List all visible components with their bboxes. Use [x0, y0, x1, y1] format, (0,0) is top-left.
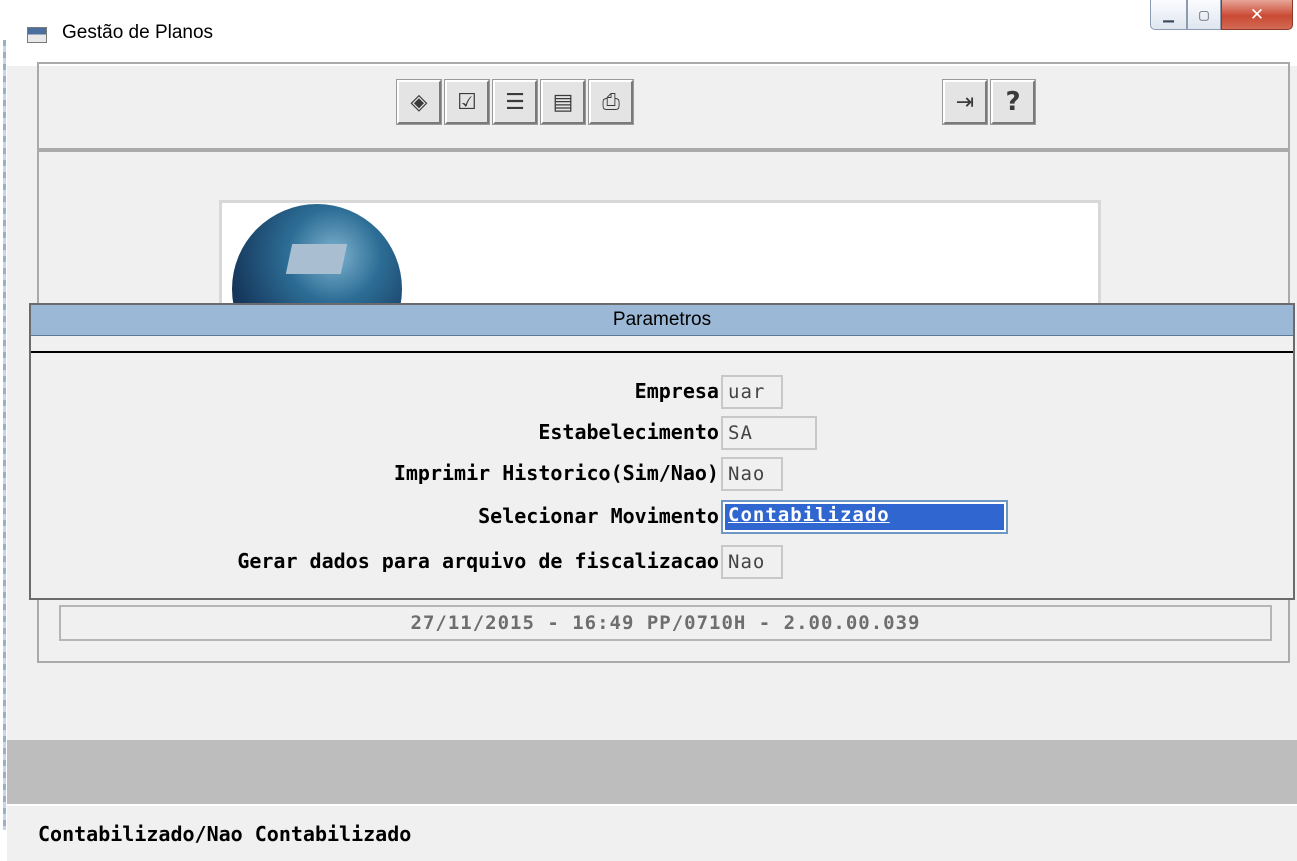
- print-button[interactable]: ⎙: [588, 79, 634, 125]
- maximize-button[interactable]: ▢: [1187, 0, 1221, 30]
- window-app-icon[interactable]: [27, 27, 47, 43]
- dialog-title: Parametros: [31, 305, 1293, 336]
- help-button[interactable]: ?: [990, 79, 1036, 125]
- field-row-empresa: Empresa: uar: [31, 375, 1293, 409]
- imprimir-historico-label: Imprimir Historico(Sim/Nao):: [393, 461, 731, 485]
- close-icon: ✕: [1249, 4, 1265, 25]
- logo-mark: [285, 244, 348, 274]
- imprimir-historico-input[interactable]: Nao: [721, 457, 783, 491]
- selection-list-button[interactable]: ▤: [540, 79, 586, 125]
- exit-door-icon: ⇥: [955, 89, 975, 115]
- toolbar-right-group: ⇥ ?: [942, 79, 1036, 125]
- estabelecimento-input[interactable]: SA: [721, 416, 817, 450]
- help-icon: ?: [1005, 87, 1021, 117]
- window-title: Gestão de Planos: [62, 22, 214, 43]
- toolbar: ◈ ☑ ☰ ▤ ⎙ ⇥ ?: [37, 62, 1290, 150]
- execute-button[interactable]: ◈: [396, 79, 442, 125]
- program-version-line: 27/11/2015 - 16:49 PP/0710H - 2.00.00.03…: [59, 605, 1272, 641]
- parameters-dialog: Parametros Empresa: uar Estabelecimento:…: [29, 303, 1295, 600]
- selection-list-icon: ▤: [552, 89, 574, 115]
- title-bar[interactable]: Gestão de Planos ▁ ▢ ✕: [7, 0, 1297, 66]
- message-band: [7, 740, 1297, 804]
- sort-list-icon: ☰: [505, 89, 525, 115]
- footer-hint: Contabilizado/Nao Contabilizado: [38, 822, 412, 846]
- app-window: Gestão de Planos ▁ ▢ ✕ ◈ ☑ ☰ ▤ ⎙ ⇥ ? 27/…: [7, 0, 1297, 861]
- gerar-dados-input[interactable]: Nao: [721, 545, 783, 579]
- minimize-button[interactable]: ▁: [1150, 0, 1187, 30]
- exit-button[interactable]: ⇥: [942, 79, 988, 125]
- printer-icon: ⎙: [602, 89, 620, 115]
- empresa-input[interactable]: uar: [721, 375, 783, 409]
- window-left-border: [0, 0, 7, 859]
- toolbar-main-group: ◈ ☑ ☰ ▤ ⎙: [396, 79, 634, 125]
- gerar-dados-label: Gerar dados para arquivo de fiscalizacao…: [237, 549, 731, 573]
- empresa-label: Empresa:: [634, 379, 731, 403]
- close-button[interactable]: ✕: [1221, 0, 1293, 30]
- maximize-icon: ▢: [1198, 7, 1210, 22]
- selecionar-movimento-label: Selecionar Movimento:: [478, 504, 731, 528]
- estabelecimento-label: Estabelecimento:: [538, 420, 731, 444]
- field-row-imprimir-historico: Imprimir Historico(Sim/Nao): Nao: [31, 457, 1293, 491]
- sort-list-button[interactable]: ☰: [492, 79, 538, 125]
- selecionar-movimento-value: Contabilizado: [725, 504, 1004, 530]
- execute-icon: ◈: [410, 89, 428, 115]
- window-controls: ▁ ▢ ✕: [1150, 0, 1293, 30]
- dialog-divider: [31, 351, 1293, 353]
- footer-hint-bar: Contabilizado/Nao Contabilizado: [7, 804, 1297, 861]
- minimize-icon: ▁: [1163, 6, 1174, 23]
- checklist-icon: ☑: [457, 89, 477, 115]
- field-row-estabelecimento: Estabelecimento: SA: [31, 416, 1293, 450]
- selecionar-movimento-input[interactable]: Contabilizado: [721, 500, 1008, 534]
- checklist-button[interactable]: ☑: [444, 79, 490, 125]
- field-row-selecionar-movimento: Selecionar Movimento: Contabilizado: [31, 500, 1293, 534]
- field-row-gerar-dados: Gerar dados para arquivo de fiscalizacao…: [31, 545, 1293, 579]
